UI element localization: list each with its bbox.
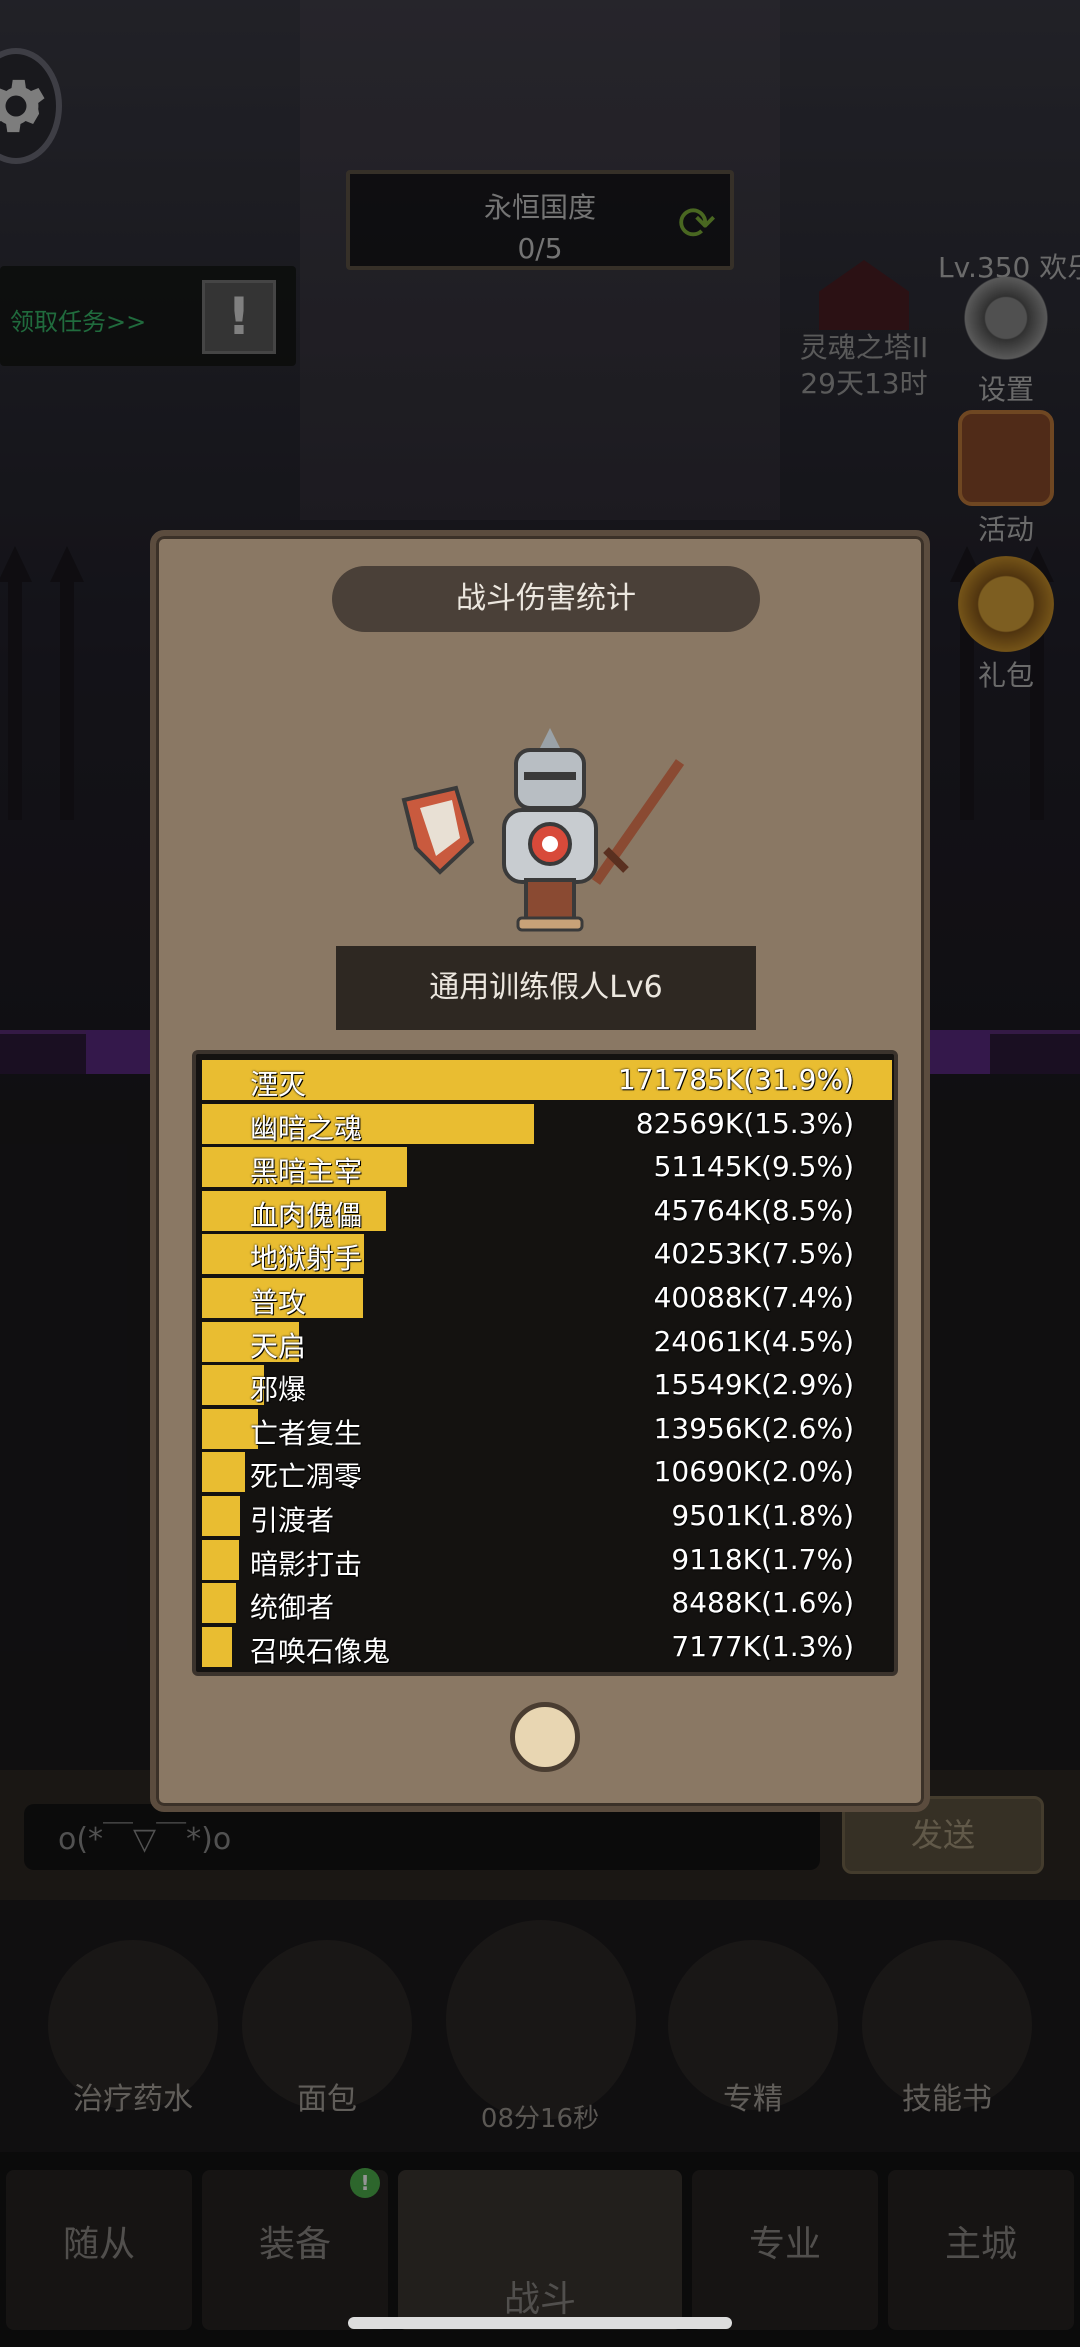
- damage-row: 引渡者 9501K(1.8%): [202, 1496, 892, 1537]
- damage-row: 普攻 40088K(7.4%): [202, 1278, 892, 1319]
- skill-name: 黑暗主宰: [250, 1155, 363, 1189]
- damage-row: 血肉傀儡 45764K(8.5%): [202, 1190, 892, 1232]
- damage-value: 9501K(1.8%): [671, 1499, 854, 1532]
- target-name: 通用训练假人Lv6: [336, 946, 756, 1030]
- damage-value: 40088K(7.4%): [653, 1281, 854, 1314]
- damage-bar: [202, 1452, 245, 1493]
- skill-name: 统御者: [250, 1591, 335, 1625]
- damage-row: 邪爆 15549K(2.9%): [202, 1365, 892, 1407]
- damage-row: 亡者复生 13956K(2.6%): [202, 1408, 892, 1450]
- skill-name: 地狱射手: [250, 1242, 363, 1276]
- damage-bar: [202, 1626, 232, 1667]
- damage-value: 40253K(7.5%): [653, 1237, 854, 1271]
- damage-row: 天启 24061K(4.5%): [202, 1321, 892, 1363]
- skill-name: 死亡凋零: [250, 1460, 363, 1494]
- skill-name: 暗影打击: [250, 1547, 363, 1581]
- damage-value: 9118K(1.7%): [671, 1542, 854, 1576]
- damage-value: 13956K(2.6%): [653, 1411, 854, 1445]
- skill-name: 召唤石像鬼: [250, 1634, 391, 1668]
- damage-bar: [202, 1496, 241, 1536]
- damage-row: 暗影打击 9118K(1.7%): [202, 1539, 892, 1581]
- damage-value: 24061K(4.5%): [653, 1324, 854, 1358]
- modal-title: 战斗伤害统计: [332, 566, 760, 632]
- skill-name: 血肉傀儡: [250, 1198, 363, 1232]
- damage-chart[interactable]: 湮灭 171785K(31.9%) 幽暗之魂 82569K(15.3%) 黑暗主宰 511…: [192, 1050, 898, 1676]
- skill-name: 幽暗之魂: [250, 1111, 363, 1145]
- training-dummy-image: [400, 722, 690, 942]
- damage-row: 统御者 8488K(1.6%): [202, 1583, 892, 1625]
- damage-value: 82569K(15.3%): [635, 1106, 854, 1140]
- damage-bar: [202, 1539, 239, 1580]
- damage-value: 7177K(1.3%): [671, 1629, 854, 1663]
- damage-stats-modal: 战斗伤害统计 通用训练假人Lv6 湮灭 171785K(31.9%) 幽暗之魂 825…: [150, 530, 930, 1812]
- damage-row: 黑暗主宰 51145K(9.5%): [202, 1147, 892, 1189]
- damage-value: 51145K(9.5%): [653, 1150, 854, 1184]
- damage-row: 死亡凋零 10690K(2.0%): [202, 1452, 892, 1494]
- skill-name: 引渡者: [250, 1504, 335, 1537]
- damage-row: 湮灭 171785K(31.9%): [202, 1060, 892, 1101]
- damage-value: 10690K(2.0%): [653, 1455, 854, 1489]
- damage-bar: [202, 1583, 237, 1624]
- damage-value: 15549K(2.9%): [653, 1368, 854, 1402]
- damage-value: 171785K(31.9%): [617, 1063, 854, 1096]
- skill-name: 邪爆: [250, 1373, 307, 1407]
- skill-name: 湮灭: [250, 1068, 307, 1101]
- damage-row: 召唤石像鬼 7177K(1.3%): [202, 1626, 892, 1668]
- damage-row: 地狱射手 40253K(7.5%): [202, 1234, 892, 1276]
- home-indicator: [348, 2317, 732, 2329]
- skill-name: 亡者复生: [250, 1416, 363, 1450]
- damage-value: 8488K(1.6%): [671, 1586, 854, 1620]
- damage-value: 45764K(8.5%): [653, 1193, 854, 1227]
- damage-row: 幽暗之魂 82569K(15.3%): [202, 1103, 892, 1145]
- close-button[interactable]: [510, 1702, 580, 1772]
- skill-name: 天启: [250, 1329, 307, 1363]
- skill-name: 普攻: [250, 1286, 307, 1319]
